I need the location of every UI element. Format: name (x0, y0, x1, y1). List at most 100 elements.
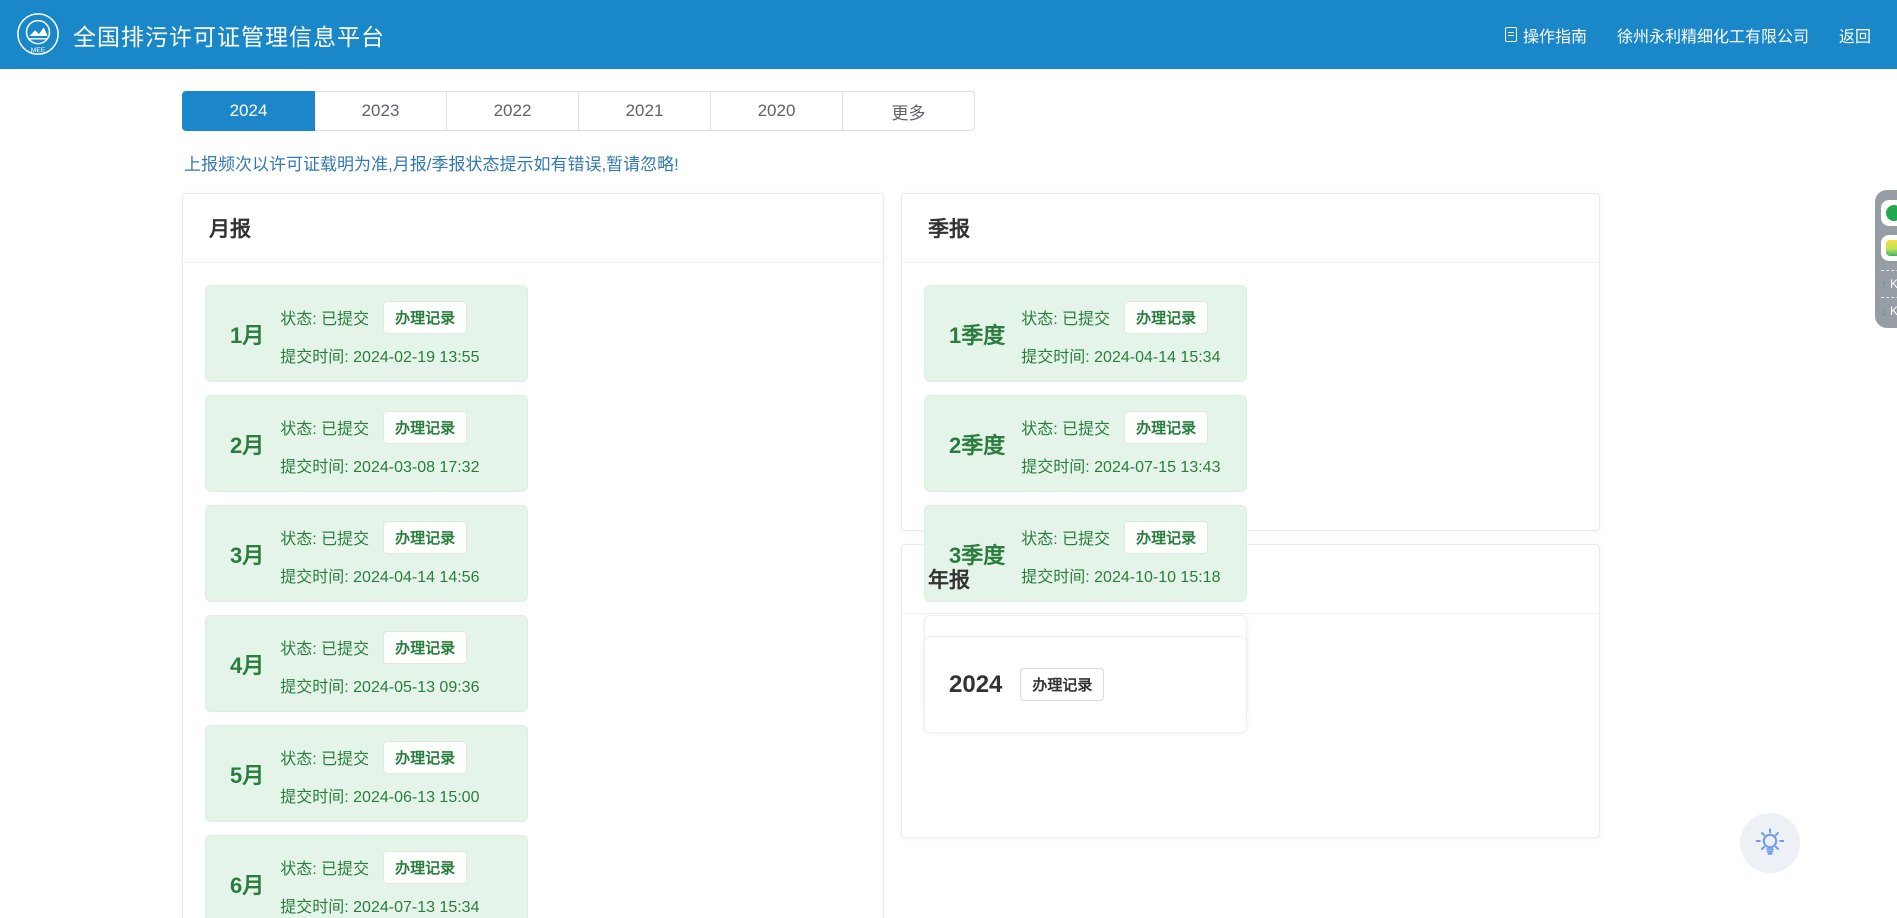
card-info: 状态: 已提交办理记录提交时间: 2024-06-13 15:00 (280, 741, 479, 807)
monthly-panel: 月报 1月状态: 已提交办理记录提交时间: 2024-02-19 13:552月… (182, 193, 884, 918)
tab-2022[interactable]: 2022 (446, 91, 579, 131)
main-content: 20242023202220212020更多 上报频次以许可证载明为准,月报/季… (182, 69, 1600, 918)
submit-time-text: 提交时间: 2024-04-14 15:34 (1021, 343, 1220, 367)
submit-time-text: 提交时间: 2024-07-13 15:34 (280, 893, 479, 917)
header-nav: 操作指南 徐州永利精细化工有限公司 返回 (1505, 23, 1871, 47)
up-arrow-icon: ↑ (1881, 277, 1887, 291)
period-label: 2季度 (949, 428, 1005, 460)
status-text: 状态: 已提交 (280, 415, 369, 439)
widget-row-label: K (1890, 277, 1897, 291)
record-button[interactable]: 办理记录 (383, 521, 467, 554)
lightbulb-icon (1753, 826, 1787, 860)
app-header: MEE 全国排污许可证管理信息平台 操作指南 徐州永利精细化工有限公司 返回 (0, 0, 1897, 69)
card-info: 状态: 已提交办理记录提交时间: 2024-04-14 14:56 (280, 521, 479, 587)
monthly-cards: 1月状态: 已提交办理记录提交时间: 2024-02-19 13:552月状态:… (183, 263, 883, 918)
year-tabs: 20242023202220212020更多 (182, 91, 975, 131)
record-button[interactable]: 办理记录 (383, 741, 467, 774)
tab-2023[interactable]: 2023 (314, 91, 447, 131)
browser-extension-widget[interactable]: ↑K↓K (1875, 190, 1897, 328)
guide-label: 操作指南 (1523, 23, 1587, 47)
status-row: 状态: 已提交办理记录 (280, 301, 479, 334)
company-link[interactable]: 徐州永利精细化工有限公司 (1617, 23, 1809, 47)
period-label: 6月 (230, 868, 264, 900)
card-info: 状态: 已提交办理记录提交时间: 2024-10-10 15:18 (1021, 521, 1220, 587)
status-text: 状态: 已提交 (280, 525, 369, 549)
help-lightbulb-button[interactable] (1740, 813, 1800, 873)
card-info: 状态: 已提交办理记录提交时间: 2024-05-13 09:36 (280, 631, 479, 697)
document-icon (1505, 27, 1517, 42)
svg-text:MEE: MEE (31, 47, 46, 54)
submit-time-text: 提交时间: 2024-02-19 13:55 (280, 343, 479, 367)
tab-2021[interactable]: 2021 (578, 91, 711, 131)
period-label: 5月 (230, 758, 264, 790)
submit-time-text: 提交时间: 2024-07-15 13:43 (1021, 453, 1220, 477)
monthly-card-1月: 1月状态: 已提交办理记录提交时间: 2024-02-19 13:55 (205, 285, 528, 382)
record-button[interactable]: 办理记录 (383, 851, 467, 884)
status-row: 状态: 已提交办理记录 (280, 631, 479, 664)
period-label: 1季度 (949, 318, 1005, 350)
status-row: 状态: 已提交办理记录 (1021, 411, 1220, 444)
down-arrow-icon: ↓ (1881, 304, 1887, 318)
status-text: 状态: 已提交 (280, 855, 369, 879)
widget-row-up: ↑K (1881, 270, 1897, 291)
green-dot-icon (1886, 205, 1897, 221)
monthly-panel-title: 月报 (183, 194, 883, 263)
status-row: 状态: 已提交办理记录 (280, 521, 479, 554)
record-button[interactable]: 办理记录 (383, 631, 467, 664)
monthly-card-4月: 4月状态: 已提交办理记录提交时间: 2024-05-13 09:36 (205, 615, 528, 712)
record-button[interactable]: 办理记录 (1020, 668, 1104, 701)
tab-2024[interactable]: 2024 (182, 91, 315, 131)
monthly-card-2月: 2月状态: 已提交办理记录提交时间: 2024-03-08 17:32 (205, 395, 528, 492)
period-label: 2024 (949, 671, 1002, 699)
record-button[interactable]: 办理记录 (383, 301, 467, 334)
status-pill (1881, 200, 1897, 226)
monthly-card-6月: 6月状态: 已提交办理记录提交时间: 2024-07-13 15:34 (205, 835, 528, 918)
submit-time-text: 提交时间: 2024-06-13 15:00 (280, 783, 479, 807)
period-label: 2月 (230, 428, 264, 460)
back-link[interactable]: 返回 (1839, 23, 1871, 47)
quarterly-card-2季度: 2季度状态: 已提交办理记录提交时间: 2024-07-15 13:43 (924, 395, 1247, 492)
status-text: 状态: 已提交 (280, 305, 369, 329)
card-info: 状态: 已提交办理记录提交时间: 2024-07-13 15:34 (280, 851, 479, 917)
mee-logo: MEE (15, 12, 61, 58)
monthly-card-3月: 3月状态: 已提交办理记录提交时间: 2024-04-14 14:56 (205, 505, 528, 602)
status-row: 状态: 已提交办理记录 (280, 741, 479, 774)
quarterly-card-3季度: 3季度状态: 已提交办理记录提交时间: 2024-10-10 15:18 (924, 505, 1247, 602)
status-row: 状态: 已提交办理记录 (1021, 521, 1220, 554)
status-text: 状态: 已提交 (1021, 415, 1110, 439)
report-columns: 月报 1月状态: 已提交办理记录提交时间: 2024-02-19 13:552月… (182, 193, 1600, 918)
submit-time-text: 提交时间: 2024-04-14 14:56 (280, 563, 479, 587)
record-button[interactable]: 办理记录 (1124, 521, 1208, 554)
status-text: 状态: 已提交 (1021, 525, 1110, 549)
submit-time-text: 提交时间: 2024-05-13 09:36 (280, 673, 479, 697)
page-title: 全国排污许可证管理信息平台 (73, 18, 385, 52)
quarterly-card-1季度: 1季度状态: 已提交办理记录提交时间: 2024-04-14 15:34 (924, 285, 1247, 382)
card-info: 状态: 已提交办理记录提交时间: 2024-03-08 17:32 (280, 411, 479, 477)
period-label: 4月 (230, 648, 264, 680)
status-text: 状态: 已提交 (280, 745, 369, 769)
annual-cards: 2024 办理记录 (902, 614, 1599, 755)
widget-rows: ↑K↓K (1881, 270, 1897, 318)
period-label: 1月 (230, 318, 264, 350)
guide-link[interactable]: 操作指南 (1505, 23, 1587, 47)
widget-row-down: ↓K (1881, 297, 1897, 318)
status-row: 状态: 已提交办理记录 (280, 851, 479, 884)
record-button[interactable]: 办理记录 (383, 411, 467, 444)
status-row: 状态: 已提交办理记录 (280, 411, 479, 444)
record-button[interactable]: 办理记录 (1124, 411, 1208, 444)
status-text: 状态: 已提交 (1021, 305, 1110, 329)
tab-更多[interactable]: 更多 (842, 91, 975, 131)
notice-text: 上报频次以许可证载明为准,月报/季报状态提示如有错误,暂请忽略! (184, 150, 1600, 175)
submit-time-text: 提交时间: 2024-10-10 15:18 (1021, 563, 1220, 587)
submit-time-text: 提交时间: 2024-03-08 17:32 (280, 453, 479, 477)
quarterly-panel-title: 季报 (902, 194, 1599, 263)
gradient-pill (1881, 235, 1897, 261)
card-info: 状态: 已提交办理记录提交时间: 2024-07-15 13:43 (1021, 411, 1220, 477)
annual-card-2024: 2024 办理记录 (924, 636, 1247, 733)
status-row: 状态: 已提交办理记录 (1021, 301, 1220, 334)
tab-2020[interactable]: 2020 (710, 91, 843, 131)
status-text: 状态: 已提交 (280, 635, 369, 659)
record-button[interactable]: 办理记录 (1124, 301, 1208, 334)
widget-row-label: K (1890, 304, 1897, 318)
period-label: 3月 (230, 538, 264, 570)
